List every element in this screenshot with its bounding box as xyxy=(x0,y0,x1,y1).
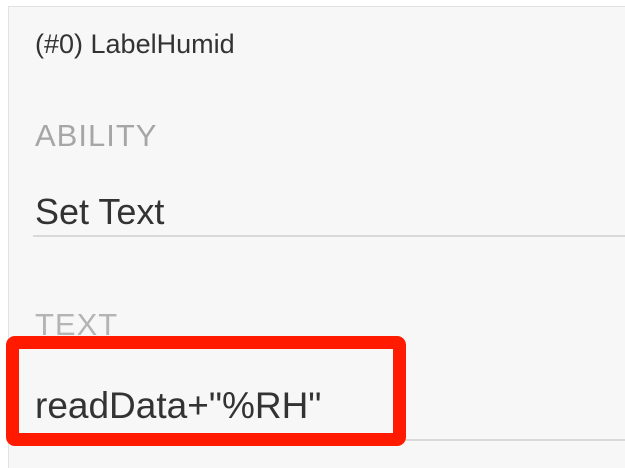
text-input[interactable]: readData+"%RH" xyxy=(33,373,625,441)
component-title: (#0) LabelHumid xyxy=(35,29,235,59)
ability-value: Set Text xyxy=(35,191,165,232)
text-input-value: readData+"%RH" xyxy=(35,385,322,426)
ability-select[interactable]: Set Text xyxy=(33,185,625,237)
properties-panel: (#0) LabelHumid ABILITY Set Text TEXT re… xyxy=(8,6,625,468)
ability-label: ABILITY xyxy=(35,118,158,153)
text-label: TEXT xyxy=(35,307,119,342)
